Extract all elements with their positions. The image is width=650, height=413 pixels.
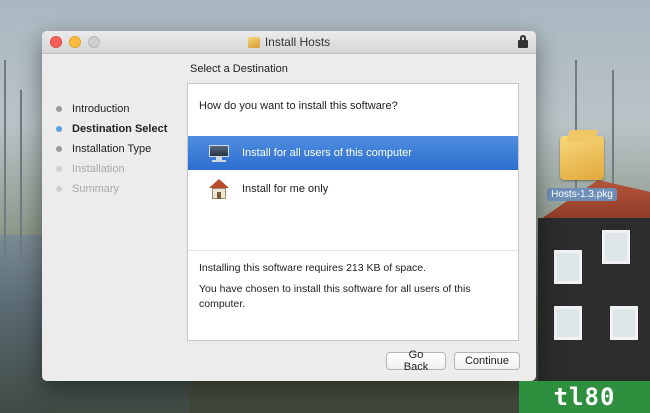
step-dot-icon: [56, 186, 62, 192]
house-window: [554, 250, 582, 284]
step-dot-icon: [56, 146, 62, 152]
monitor-icon: [208, 143, 230, 163]
step-installation: Installation: [56, 159, 167, 179]
window-title-group: Install Hosts: [247, 35, 331, 49]
step-dot-icon: [56, 106, 62, 112]
destination-panel: How do you want to install this software…: [187, 83, 519, 341]
option-me-only[interactable]: Install for me only: [188, 172, 518, 206]
step-destination-select: Destination Select: [56, 119, 167, 139]
step-label: Installation Type: [72, 143, 152, 155]
boat-mast: [4, 60, 6, 260]
window-controls: [50, 36, 100, 48]
window-title: Install Hosts: [264, 35, 331, 49]
lock-icon[interactable]: [518, 35, 528, 48]
step-installation-type: Installation Type: [56, 139, 167, 159]
house-window: [610, 306, 638, 340]
step-label: Introduction: [72, 103, 130, 115]
desktop-house: [520, 180, 650, 413]
step-summary: Summary: [56, 179, 167, 199]
desktop-file-label: Hosts-1.3.pkg: [547, 188, 617, 201]
house-window: [554, 306, 582, 340]
boat-mast: [20, 90, 22, 260]
chosen-message: You have chosen to install this software…: [199, 283, 471, 310]
minimize-button[interactable]: [69, 36, 81, 48]
panel-divider: [188, 250, 518, 251]
space-required-text: Installing this software requires 213 KB…: [199, 262, 427, 274]
desktop-pkg-file[interactable]: Hosts-1.3.pkg: [543, 136, 621, 202]
page-title: Select a Destination: [190, 63, 288, 75]
installer-steps: Introduction Destination Select Installa…: [56, 99, 167, 199]
step-introduction: Introduction: [56, 99, 167, 119]
option-all-users[interactable]: Install for all users of this computer: [188, 136, 518, 170]
option-label: Install for all users of this computer: [242, 147, 412, 159]
house-window: [602, 230, 630, 264]
installer-window: Install Hosts Select a Destination Intro…: [42, 31, 536, 381]
package-icon: [247, 36, 260, 48]
option-label: Install for me only: [242, 183, 329, 195]
step-label: Summary: [72, 183, 120, 195]
continue-button[interactable]: Continue: [454, 352, 520, 370]
package-icon: [560, 136, 604, 180]
home-icon: [208, 179, 230, 199]
title-bar[interactable]: Install Hosts: [42, 31, 536, 54]
step-label: Destination Select: [72, 123, 168, 135]
install-question: How do you want to install this software…: [199, 100, 398, 112]
zoom-button[interactable]: [88, 36, 100, 48]
go-back-button[interactable]: Go Back: [386, 349, 446, 373]
close-button[interactable]: [50, 36, 62, 48]
step-dot-icon: [56, 166, 62, 172]
site-logo-watermark: tl80: [519, 381, 650, 413]
step-label: Installation: [72, 163, 125, 175]
step-dot-icon: [56, 126, 62, 132]
